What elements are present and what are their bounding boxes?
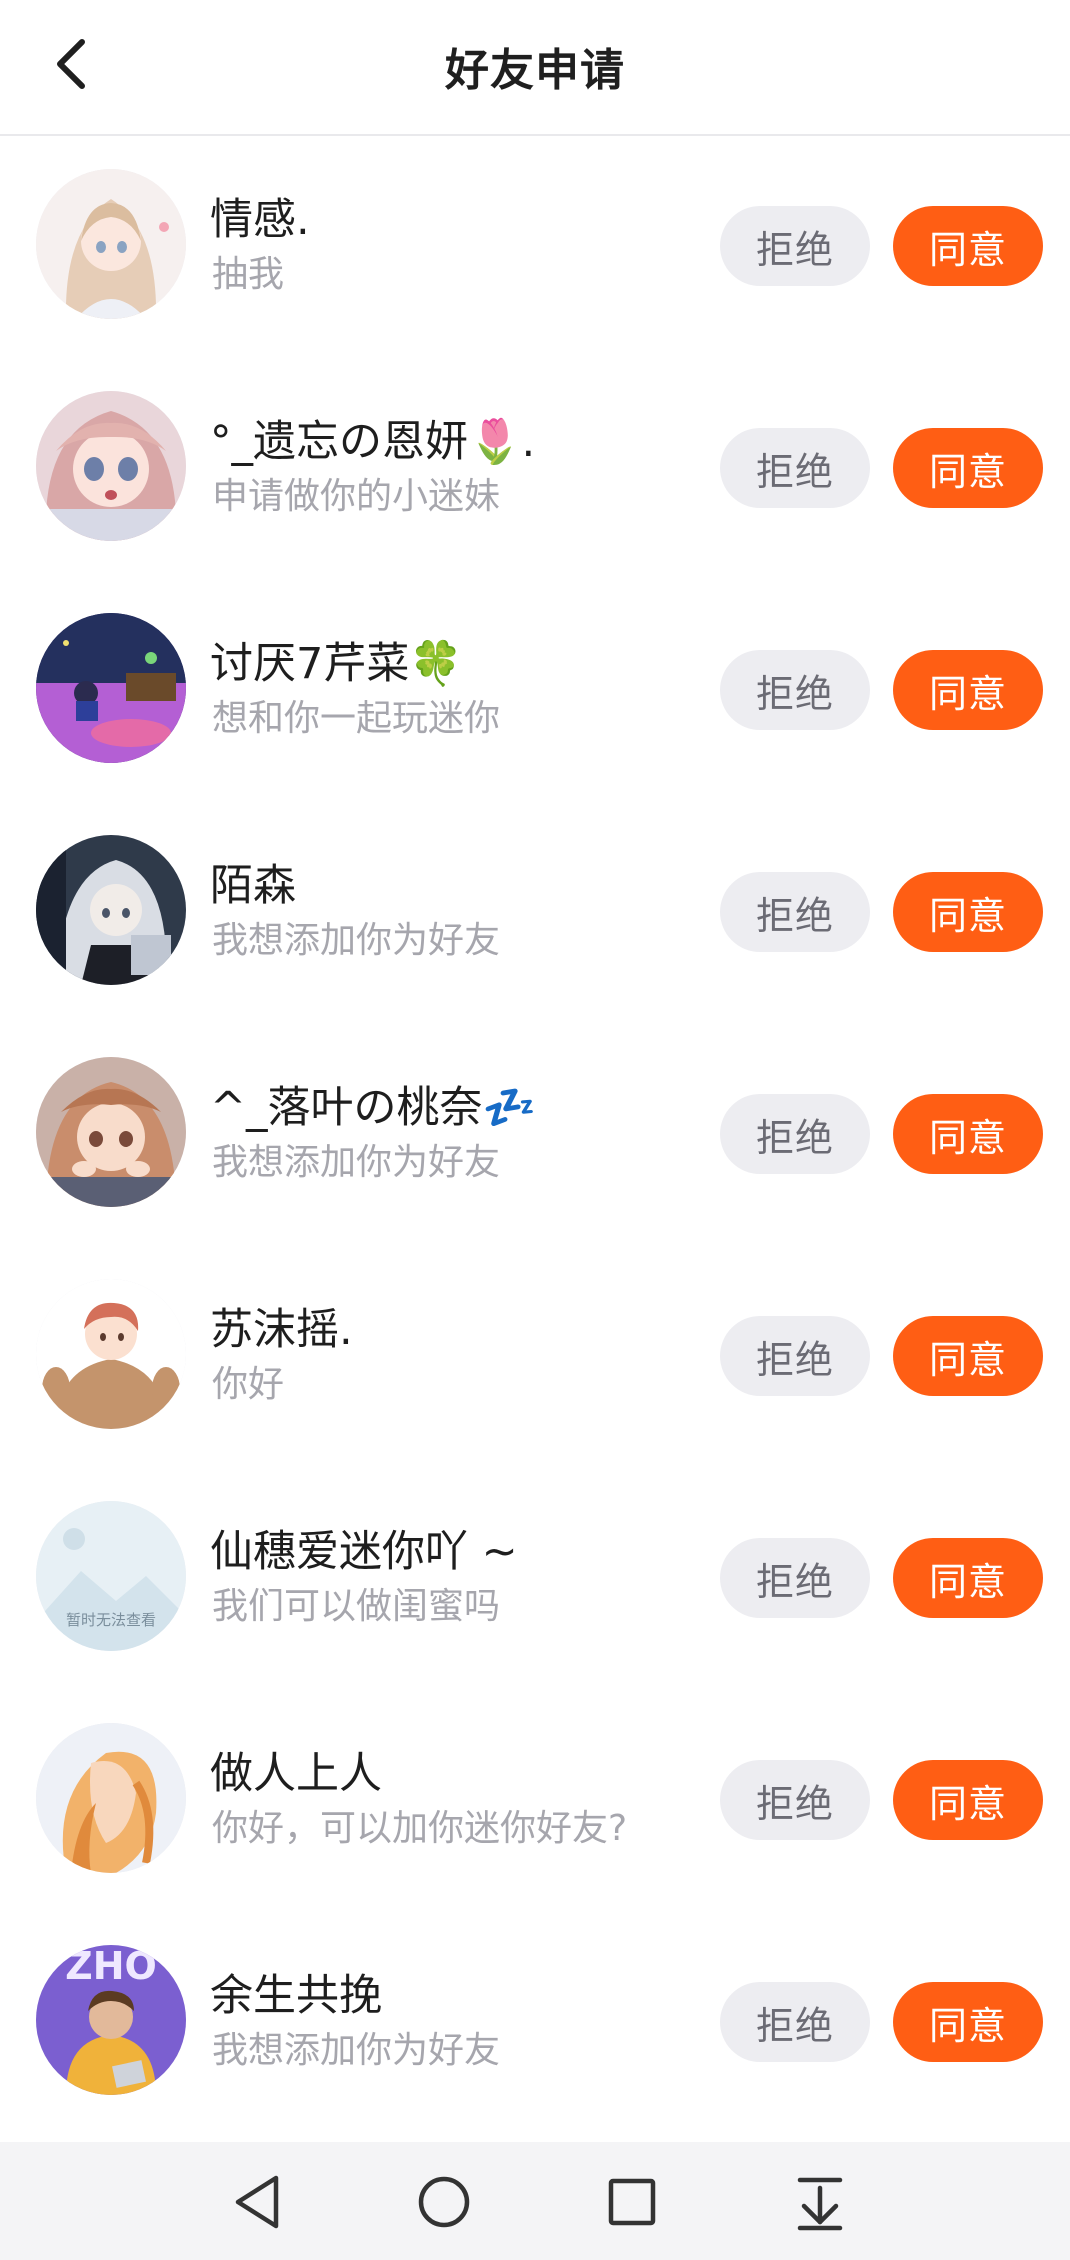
accept-button[interactable]: 同意 [893, 872, 1043, 952]
accept-button[interactable]: 同意 [893, 206, 1043, 286]
system-nav-bar [0, 2142, 1070, 2260]
request-name: 苏沫摇. [210, 1305, 353, 1355]
request-message: 我们可以做闺蜜吗 [212, 1586, 501, 1627]
request-name: ^_落叶の桃奈💤 [210, 1083, 537, 1133]
accept-button[interactable]: 同意 [893, 1982, 1043, 2062]
request-message: 申请做你的小迷妹 [212, 476, 501, 517]
request-row: 暂时无法查看 仙穗爱迷你吖 ~ 我们可以做闺蜜吗 拒绝 同意 [0, 1470, 1070, 1692]
request-message: 你好，可以加你迷你好友? [212, 1808, 628, 1849]
request-message: 抽我 [212, 254, 285, 295]
avatar-text: ZHO [65, 1945, 157, 1988]
circle-home-icon [418, 2176, 470, 2228]
accept-button[interactable]: 同意 [893, 1094, 1043, 1174]
reject-button[interactable]: 拒绝 [720, 428, 870, 508]
nav-notification-button[interactable] [780, 2164, 860, 2240]
friend-requests-screen: 好友申请 情感. 抽我 拒绝 同意 °_遗忘の恩妍🌷. 申请做你的小迷妹 拒绝 … [0, 0, 1070, 2260]
accept-button[interactable]: 同意 [893, 1760, 1043, 1840]
request-name: 讨厌7芹菜🍀 [210, 639, 463, 689]
reject-button[interactable]: 拒绝 [720, 1760, 870, 1840]
avatar[interactable] [36, 391, 186, 541]
square-recents-icon [608, 2178, 656, 2226]
accept-button[interactable]: 同意 [893, 428, 1043, 508]
reject-button[interactable]: 拒绝 [720, 1538, 870, 1618]
reject-button[interactable]: 拒绝 [720, 1094, 870, 1174]
request-name: 情感. [210, 195, 310, 245]
avatar[interactable] [36, 1057, 186, 1207]
avatar[interactable] [36, 613, 186, 763]
request-name: 做人上人 [210, 1749, 382, 1799]
reject-button[interactable]: 拒绝 [720, 650, 870, 730]
header-bar: 好友申请 [0, 0, 1070, 136]
request-name: 陌森 [210, 861, 296, 911]
reject-button[interactable]: 拒绝 [720, 1316, 870, 1396]
request-row: 情感. 抽我 拒绝 同意 [0, 138, 1070, 360]
nav-home-button[interactable] [404, 2164, 484, 2240]
avatar[interactable] [36, 835, 186, 985]
request-message: 想和你一起玩迷你 [212, 698, 501, 739]
accept-button[interactable]: 同意 [893, 1316, 1043, 1396]
accept-button[interactable]: 同意 [893, 650, 1043, 730]
pull-down-notification-icon [797, 2177, 843, 2231]
avatar[interactable] [36, 169, 186, 319]
accept-button[interactable]: 同意 [893, 1538, 1043, 1618]
request-name: 仙穗爱迷你吖 ~ [210, 1527, 518, 1577]
request-row: 陌森 我想添加你为好友 拒绝 同意 [0, 804, 1070, 1026]
request-row: ^_落叶の桃奈💤 我想添加你为好友 拒绝 同意 [0, 1026, 1070, 1248]
avatar-placeholder[interactable]: 暂时无法查看 [36, 1501, 186, 1651]
request-message: 我想添加你为好友 [212, 2030, 501, 2071]
reject-button[interactable]: 拒绝 [720, 1982, 870, 2062]
avatar[interactable]: ZHO [36, 1945, 186, 2095]
reject-button[interactable]: 拒绝 [720, 872, 870, 952]
request-row: 讨厌7芹菜🍀 想和你一起玩迷你 拒绝 同意 [0, 582, 1070, 804]
avatar[interactable] [36, 1279, 186, 1429]
request-row: °_遗忘の恩妍🌷. 申请做你的小迷妹 拒绝 同意 [0, 360, 1070, 582]
request-message: 我想添加你为好友 [212, 920, 501, 961]
page-title: 好友申请 [445, 45, 625, 96]
avatar[interactable] [36, 1723, 186, 1873]
reject-button[interactable]: 拒绝 [720, 206, 870, 286]
nav-back-button[interactable] [216, 2164, 296, 2240]
avatar-placeholder-text: 暂时无法查看 [66, 1611, 156, 1629]
request-name: 余生共挽 [210, 1971, 382, 2021]
request-row: ZHO 余生共挽 我想添加你为好友 拒绝 同意 [0, 1914, 1070, 2136]
request-row: 做人上人 你好，可以加你迷你好友? 拒绝 同意 [0, 1692, 1070, 1914]
request-message: 你好 [212, 1364, 285, 1405]
request-list: 情感. 抽我 拒绝 同意 °_遗忘の恩妍🌷. 申请做你的小迷妹 拒绝 同意 讨厌… [0, 138, 1070, 2136]
nav-recents-button[interactable] [592, 2164, 672, 2240]
request-name: °_遗忘の恩妍🌷. [210, 417, 536, 467]
triangle-back-icon [235, 2175, 279, 2229]
request-row: 苏沫摇. 你好 拒绝 同意 [0, 1248, 1070, 1470]
request-message: 我想添加你为好友 [212, 1142, 501, 1183]
